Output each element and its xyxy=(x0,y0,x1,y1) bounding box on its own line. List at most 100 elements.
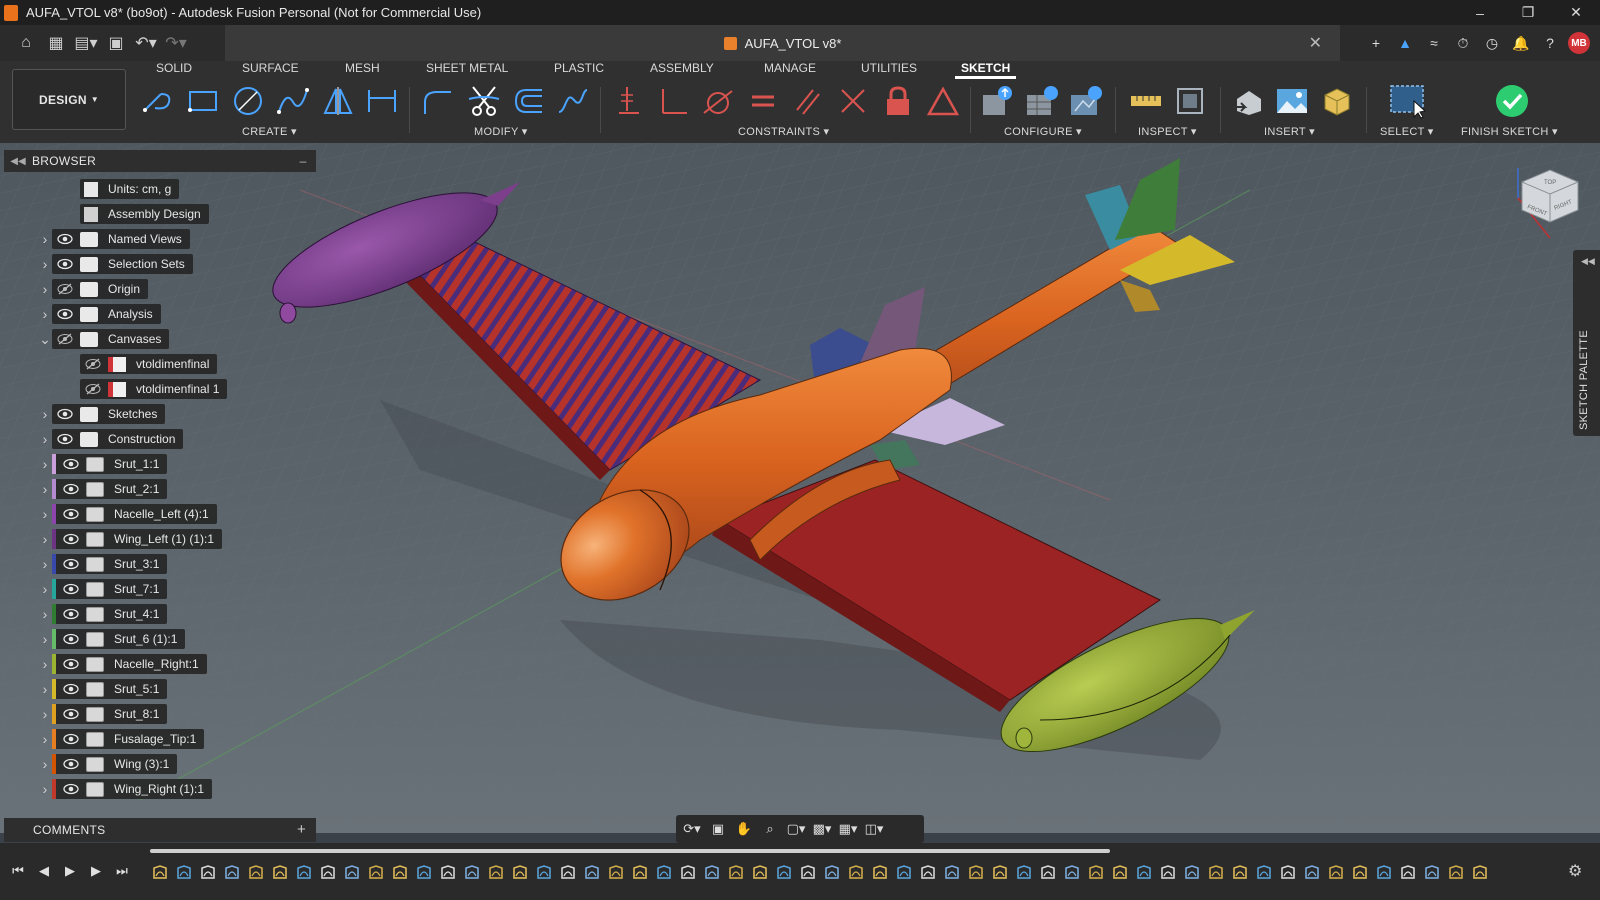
timeline-feature-icon[interactable] xyxy=(726,862,746,882)
visibility-eye-icon[interactable] xyxy=(62,508,80,520)
browser-item-pill[interactable]: Srut_5:1 xyxy=(52,679,168,699)
timeline-feature-icon[interactable] xyxy=(678,862,698,882)
configure-group-label[interactable]: CONFIGURE ▾ xyxy=(1004,125,1082,138)
chevron-right-icon[interactable]: › xyxy=(38,231,52,247)
visibility-eye-icon[interactable] xyxy=(62,583,80,595)
timeline-feature-icon[interactable] xyxy=(702,862,722,882)
configure-map-icon[interactable] xyxy=(1068,83,1104,119)
step-forward-icon[interactable]: ▶ xyxy=(88,861,104,881)
timeline-feature-icon[interactable] xyxy=(1134,862,1154,882)
expand-arrows-icon[interactable]: ◀◀ xyxy=(1581,256,1595,267)
close-icon[interactable]: ✕ xyxy=(1552,0,1600,25)
insert-group-label[interactable]: INSERT ▾ xyxy=(1264,125,1315,138)
browser-item-pill[interactable]: Srut_1:1 xyxy=(52,454,168,474)
clock-icon[interactable]: ◷ xyxy=(1481,32,1503,54)
browser-item[interactable]: › Srut_1:1 xyxy=(38,453,168,475)
chevron-right-icon[interactable]: › xyxy=(38,456,52,472)
timeline-feature-icon[interactable] xyxy=(1038,862,1058,882)
browser-item[interactable]: › Sketches xyxy=(38,403,166,425)
timeline-feature-icon[interactable] xyxy=(1254,862,1274,882)
timeline-feature-icon[interactable] xyxy=(942,862,962,882)
timeline-feature-icon[interactable] xyxy=(1470,862,1490,882)
timeline-feature-icon[interactable] xyxy=(774,862,794,882)
visibility-eye-icon[interactable] xyxy=(56,308,74,320)
browser-item-pill[interactable]: Wing_Right (1):1 xyxy=(52,779,213,799)
spline-modify-icon[interactable] xyxy=(555,83,591,119)
timeline-feature-icon[interactable] xyxy=(222,862,242,882)
browser-item-pill[interactable]: Units: cm, g xyxy=(80,179,180,199)
notifications-bell-icon[interactable]: 🔔 xyxy=(1510,32,1532,54)
tab-solid[interactable]: SOLID xyxy=(156,61,192,79)
visibility-eye-icon[interactable] xyxy=(62,708,80,720)
extensions-icon[interactable]: ≈ xyxy=(1423,32,1445,54)
timeline-feature-icon[interactable] xyxy=(366,862,386,882)
browser-item[interactable]: › Wing_Right (1):1 xyxy=(38,778,213,800)
browser-item-pill[interactable]: Origin xyxy=(52,279,149,299)
display-component-colors-icon[interactable] xyxy=(1172,83,1208,119)
chevron-right-icon[interactable]: › xyxy=(38,481,52,497)
timeline-feature-icon[interactable] xyxy=(822,862,842,882)
timeline-feature-icon[interactable] xyxy=(1062,862,1082,882)
browser-item-pill[interactable]: Named Views xyxy=(52,229,190,249)
finish-sketch-label[interactable]: FINISH SKETCH ▾ xyxy=(1461,125,1558,138)
triangle-constraint-icon[interactable] xyxy=(925,83,961,119)
select-window-icon[interactable] xyxy=(1386,83,1430,119)
browser-item[interactable]: › Wing_Left (1) (1):1 xyxy=(38,528,223,550)
chevron-down-icon[interactable]: ⌄ xyxy=(38,331,52,348)
circle-tool-icon[interactable] xyxy=(230,83,266,119)
timeline-feature-icon[interactable] xyxy=(582,862,602,882)
timeline-feature-icon[interactable] xyxy=(318,862,338,882)
browser-item[interactable]: › Wing (3):1 xyxy=(38,753,178,775)
visibility-hidden-eye-icon[interactable] xyxy=(56,283,74,295)
perpendicular-constraint-icon[interactable] xyxy=(655,83,691,119)
measure-ruler-icon[interactable] xyxy=(1128,83,1164,119)
browser-item[interactable]: › Construction xyxy=(38,428,184,450)
close-document-tab-icon[interactable]: ✕ xyxy=(1309,33,1322,53)
browser-item-pill[interactable]: Sketches xyxy=(52,404,166,424)
timeline-feature-icon[interactable] xyxy=(534,862,554,882)
constraints-group-label[interactable]: CONSTRAINTS ▾ xyxy=(738,125,829,138)
grid-snaps-icon[interactable]: ▦▾ xyxy=(838,819,858,839)
home-icon[interactable]: ⌂ xyxy=(14,31,38,55)
browser-item-pill[interactable]: Srut_6 (1):1 xyxy=(52,629,186,649)
browser-item[interactable]: › Srut_3:1 xyxy=(38,553,168,575)
pan-hand-icon[interactable]: ✋ xyxy=(734,819,754,839)
zoom-icon[interactable]: ⌕ xyxy=(760,819,780,839)
chevron-right-icon[interactable]: › xyxy=(38,406,52,422)
chevron-right-icon[interactable]: › xyxy=(38,281,52,297)
browser-item[interactable]: › Srut_7:1 xyxy=(38,578,168,600)
sketch-dimension-icon[interactable] xyxy=(364,83,400,119)
browser-item[interactable]: › Named Views xyxy=(38,228,190,250)
workspace-switcher-button[interactable]: DESIGN ▼ xyxy=(12,69,126,130)
viewports-icon[interactable]: ◫▾ xyxy=(864,819,884,839)
viewcube-top-label[interactable]: TOP xyxy=(1544,180,1556,186)
chevron-right-icon[interactable]: › xyxy=(38,431,52,447)
visibility-eye-icon[interactable] xyxy=(62,458,80,470)
visibility-eye-icon[interactable] xyxy=(62,758,80,770)
go-to-end-icon[interactable]: ⏭ xyxy=(114,861,130,881)
chevron-right-icon[interactable]: › xyxy=(38,656,52,672)
viewcube[interactable]: FRONT RIGHT TOP xyxy=(1510,158,1590,239)
create-group-label[interactable]: CREATE ▾ xyxy=(242,125,297,138)
data-panel-grid-icon[interactable]: ▦ xyxy=(44,31,68,55)
browser-item-pill[interactable]: Fusalage_Tip:1 xyxy=(52,729,205,749)
inspect-group-label[interactable]: INSPECT ▾ xyxy=(1138,125,1197,138)
timeline-feature-icon[interactable] xyxy=(558,862,578,882)
timeline-feature-icon[interactable] xyxy=(1230,862,1250,882)
tab-surface[interactable]: SURFACE xyxy=(242,61,299,79)
mirror-tool-icon[interactable] xyxy=(320,83,356,119)
configure-table-icon[interactable] xyxy=(1024,83,1060,119)
browser-item[interactable]: › Analysis xyxy=(38,303,161,325)
timeline-feature-icon[interactable] xyxy=(606,862,626,882)
go-to-start-icon[interactable]: ⏮ xyxy=(10,861,26,881)
collinear-constraint-icon[interactable] xyxy=(835,83,871,119)
finish-sketch-check-icon[interactable] xyxy=(1494,83,1530,119)
collapse-panel-icon[interactable]: ◀◀ xyxy=(4,156,32,167)
browser-item[interactable]: › Srut_2:1 xyxy=(38,478,168,500)
visibility-eye-icon[interactable] xyxy=(62,683,80,695)
browser-item-pill[interactable]: Nacelle_Right:1 xyxy=(52,654,207,674)
timeline-feature-icon[interactable] xyxy=(798,862,818,882)
timeline-feature-icon[interactable] xyxy=(630,862,650,882)
chevron-right-icon[interactable]: › xyxy=(38,756,52,772)
timeline-feature-icon[interactable] xyxy=(1014,862,1034,882)
